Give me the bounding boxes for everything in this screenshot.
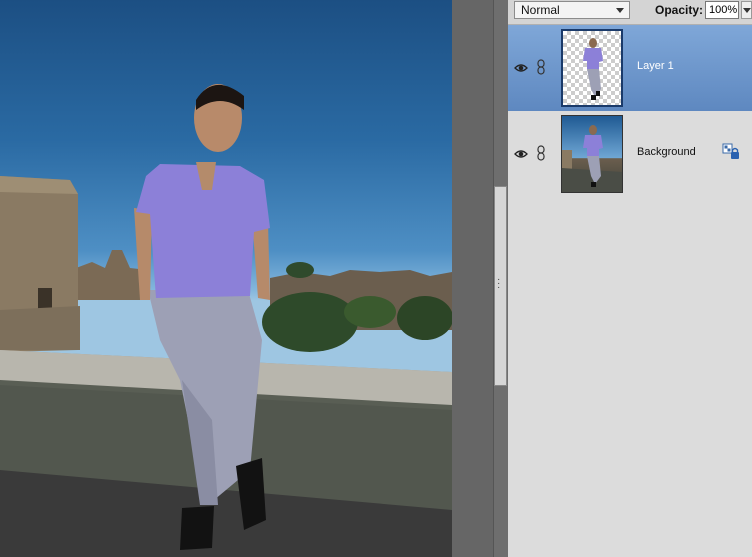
link-icon[interactable] xyxy=(536,145,546,161)
layer-row-background[interactable]: Background xyxy=(508,111,752,197)
image-canvas[interactable] xyxy=(0,0,452,557)
opacity-slider-toggle[interactable] xyxy=(741,1,752,19)
layer-thumbnail[interactable] xyxy=(561,29,623,107)
layer-row-layer-1[interactable]: Layer 1 xyxy=(508,25,752,111)
opacity-input[interactable]: 100% xyxy=(705,1,739,19)
layers-panel: Normal Opacity: 100% Layer 1 Background xyxy=(508,0,752,557)
layer-name[interactable]: Background xyxy=(637,146,696,158)
panel-splitter: · · · xyxy=(452,0,509,557)
opacity-label: Opacity: xyxy=(655,3,704,17)
chevron-down-icon xyxy=(616,8,624,13)
eye-icon[interactable] xyxy=(514,147,528,161)
layer-thumbnail[interactable] xyxy=(561,115,623,193)
layers-panel-toolbar: Normal Opacity: 100% xyxy=(508,0,752,25)
blend-mode-value: Normal xyxy=(521,3,560,17)
lock-icon[interactable] xyxy=(722,143,740,161)
photo-thumbnail-image xyxy=(562,125,622,192)
link-icon[interactable] xyxy=(536,59,546,75)
eye-icon[interactable] xyxy=(514,61,528,75)
blend-mode-select[interactable]: Normal xyxy=(514,1,630,19)
photo-artwork xyxy=(0,84,452,557)
person-thumbnail-image xyxy=(583,38,603,100)
splitter-grip-icon[interactable]: · · · xyxy=(497,275,503,293)
layer-name[interactable]: Layer 1 xyxy=(637,60,674,72)
